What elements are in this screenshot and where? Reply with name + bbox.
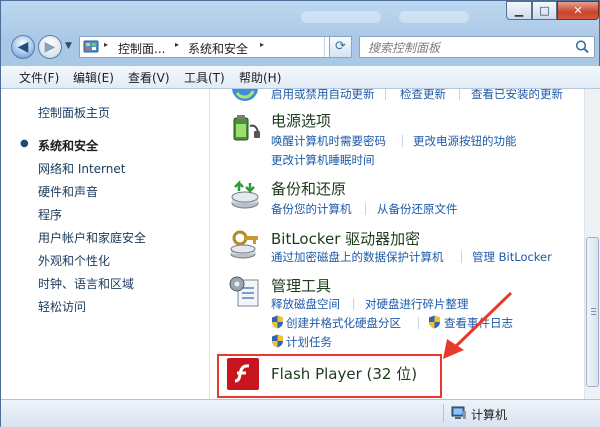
link-disk-cleanup[interactable]: 释放磁盘空间 (271, 296, 340, 312)
backup-restore-icon[interactable] (228, 177, 262, 211)
divider (459, 89, 460, 100)
refresh-button[interactable]: ⟳ (329, 36, 352, 58)
arrow-left-icon: ◀ (17, 39, 29, 55)
breadcrumb-separator[interactable]: ▸ (260, 40, 264, 49)
sidebar-item-user-accounts[interactable]: 用户帐户和家庭安全 (38, 229, 146, 246)
sidebar-item-hardware[interactable]: 硬件和声音 (38, 183, 98, 200)
category-title-backup[interactable]: 备份和还原 (271, 178, 346, 199)
maximize-button[interactable]: □ (532, 1, 557, 20)
sidebar: 控制面板主页 ● 系统和安全 网络和 Internet 硬件和声音 程序 用户帐… (1, 89, 210, 399)
link-manage-bitlocker[interactable]: 管理 BitLocker (472, 249, 552, 265)
link-schedule-tasks[interactable]: 计划任务 (286, 334, 332, 350)
recent-pages-dropdown[interactable]: ▼ (65, 41, 72, 51)
grip-line (591, 308, 596, 309)
computer-icon (451, 406, 466, 419)
scrollbar-thumb[interactable] (586, 237, 599, 387)
sidebar-item-ease-of-access[interactable]: 轻松访问 (38, 298, 86, 315)
vertical-scrollbar[interactable] (584, 89, 600, 399)
link-wake-password[interactable]: 唤醒计算机时需要密码 (271, 133, 386, 149)
menu-help[interactable]: 帮助(H) (239, 69, 281, 86)
breadcrumb-separator[interactable]: ▸ (104, 40, 108, 49)
menu-edit[interactable]: 编辑(E) (73, 69, 114, 86)
sidebar-item-system-security[interactable]: 系统和安全 (38, 137, 98, 154)
link-create-partition[interactable]: 创建并格式化硬盘分区 (286, 315, 401, 331)
status-label: 计算机 (471, 408, 508, 422)
control-panel-icon (83, 40, 99, 53)
link-view-installed-updates[interactable]: 查看已安装的更新 (471, 89, 563, 102)
back-button[interactable]: ◀ (11, 35, 35, 59)
sidebar-item-home[interactable]: 控制面板主页 (38, 104, 110, 121)
close-button[interactable]: ✕ (557, 1, 599, 20)
link-check-updates[interactable]: 检查更新 (400, 89, 446, 102)
breadcrumb-system-security[interactable]: 系统和安全 (188, 40, 248, 57)
divider (365, 203, 366, 215)
link-encrypt-data[interactable]: 通过加密磁盘上的数据保护计算机 (271, 249, 444, 265)
link-sleep-time[interactable]: 更改计算机睡眠时间 (271, 152, 375, 168)
divider (353, 298, 354, 310)
admin-tools-icon[interactable] (228, 274, 262, 308)
address-bar[interactable]: ▸ 控制面... ▸ 系统和安全 ▸ ▼ (79, 36, 352, 58)
navigation-bar: ◀ ▶ ▼ ▸ 控制面... ▸ 系统和安全 ▸ ▼ ⟳ (1, 31, 600, 65)
divider (461, 251, 462, 263)
link-restore-files[interactable]: 从备份还原文件 (377, 201, 458, 217)
category-title-bitlocker[interactable]: BitLocker 驱动器加密 (271, 228, 420, 249)
divider (418, 317, 419, 329)
arrow-right-icon: ▶ (44, 39, 56, 55)
breadcrumb-control-panel[interactable]: 控制面... (118, 40, 165, 57)
highlight-box (217, 354, 442, 398)
menu-bar: 文件(F) 编辑(E) 查看(V) 工具(T) 帮助(H) (1, 66, 600, 89)
status-divider (443, 404, 444, 422)
grip-line (591, 314, 596, 315)
divider (385, 89, 386, 100)
search-input[interactable] (366, 38, 570, 58)
sidebar-item-network[interactable]: 网络和 Internet (38, 160, 125, 177)
link-defragment[interactable]: 对硬盘进行碎片整理 (365, 296, 469, 312)
link-auto-update[interactable]: 启用或禁用自动更新 (271, 89, 375, 102)
category-title-power[interactable]: 电源选项 (271, 110, 331, 131)
divider (402, 135, 403, 147)
grip-line (591, 311, 596, 312)
link-view-event-logs[interactable]: 查看事件日志 (444, 315, 513, 331)
status-bar: 计算机 (1, 399, 600, 427)
minimize-button[interactable]: ▁ (506, 1, 532, 20)
bitlocker-icon[interactable] (228, 227, 262, 261)
sidebar-item-programs[interactable]: 程序 (38, 206, 62, 223)
menu-tools[interactable]: 工具(T) (184, 69, 225, 86)
link-backup-computer[interactable]: 备份您的计算机 (271, 201, 352, 217)
category-title-admin[interactable]: 管理工具 (271, 275, 331, 296)
uac-shield-icon (272, 334, 283, 348)
sidebar-item-appearance[interactable]: 外观和个性化 (38, 252, 110, 269)
power-options-icon[interactable] (228, 110, 262, 144)
control-panel-window: ▁ □ ✕ ◀ ▶ ▼ ▸ 控制面... ▸ 系统和安全 ▸ ▼ ⟳ (0, 0, 600, 427)
menu-view[interactable]: 查看(V) (128, 69, 170, 86)
main-content: 启用或禁用自动更新 检查更新 查看已安装的更新 电源选项 唤醒计算机时需要密码 … (210, 89, 584, 399)
sidebar-item-clock-region[interactable]: 时钟、语言和区域 (38, 275, 134, 292)
uac-shield-icon (429, 315, 440, 329)
uac-shield-icon (272, 315, 283, 329)
windows-update-icon (232, 89, 258, 101)
link-power-button[interactable]: 更改电源按钮的功能 (413, 133, 517, 149)
breadcrumb-separator[interactable]: ▸ (175, 40, 179, 49)
active-bullet: ● (20, 138, 29, 149)
menu-file[interactable]: 文件(F) (19, 69, 59, 86)
forward-button[interactable]: ▶ (38, 35, 62, 59)
search-box[interactable] (359, 36, 595, 58)
blurred-title-2 (399, 11, 469, 23)
blurred-title (301, 11, 381, 23)
search-icon[interactable] (574, 39, 590, 55)
refresh-icon: ⟳ (335, 39, 346, 54)
